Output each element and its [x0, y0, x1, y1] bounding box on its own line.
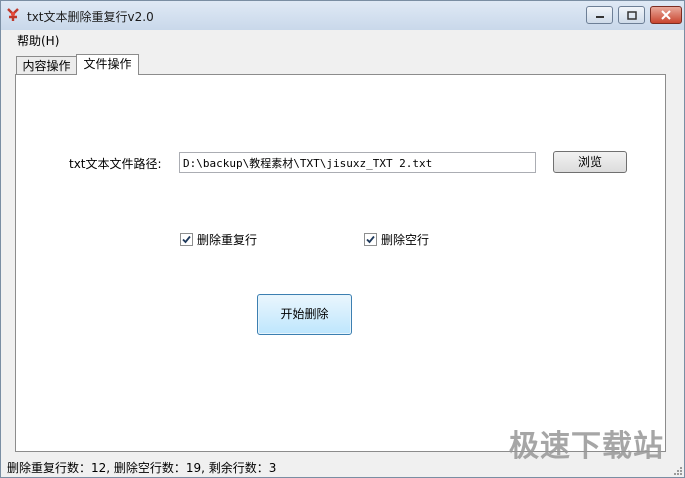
- title-bar[interactable]: txt文本删除重复行v2.0: [1, 1, 684, 30]
- tab-file-operations[interactable]: 文件操作: [76, 54, 139, 75]
- minimize-button[interactable]: [586, 6, 613, 24]
- file-operations-panel: txt文本文件路径: D:\backup\教程素材\TXT\jisuxz_TXT…: [15, 74, 666, 452]
- start-delete-button[interactable]: 开始删除: [257, 294, 352, 335]
- window-title: txt文本删除重复行v2.0: [27, 10, 154, 24]
- path-input[interactable]: D:\backup\教程素材\TXT\jisuxz_TXT 2.txt: [179, 152, 536, 173]
- close-icon: [661, 10, 671, 20]
- maximize-button[interactable]: [618, 6, 645, 24]
- app-icon: [7, 8, 19, 21]
- delete-empty-label: 删除空行: [381, 233, 430, 247]
- delete-empty-option[interactable]: 删除空行: [364, 231, 429, 248]
- app-window: txt文本删除重复行v2.0 帮助(H) 内容操作 文件操作 txt文本文件路径…: [0, 0, 685, 478]
- delete-duplicate-option[interactable]: 删除重复行: [180, 231, 257, 248]
- menu-help[interactable]: 帮助(H): [17, 32, 59, 49]
- path-label: txt文本文件路径:: [69, 157, 162, 171]
- checkmark-icon: [182, 235, 191, 244]
- delete-empty-checkbox[interactable]: [364, 233, 377, 246]
- menu-bar: 帮助(H): [1, 30, 684, 50]
- minimize-icon: [595, 16, 604, 18]
- browse-button[interactable]: 浏览: [553, 151, 627, 173]
- delete-duplicate-checkbox[interactable]: [180, 233, 193, 246]
- delete-duplicate-label: 删除重复行: [197, 233, 258, 247]
- maximize-icon: [626, 10, 637, 20]
- tab-content-operations[interactable]: 内容操作: [16, 56, 77, 74]
- watermark-logo: 极速下载站: [509, 429, 664, 464]
- checkmark-icon: [366, 235, 375, 244]
- resize-grip-icon[interactable]: [672, 465, 682, 475]
- close-button[interactable]: [650, 6, 682, 24]
- status-text: 删除重复行数：12, 删除空行数：19, 剩余行数：3: [7, 461, 277, 475]
